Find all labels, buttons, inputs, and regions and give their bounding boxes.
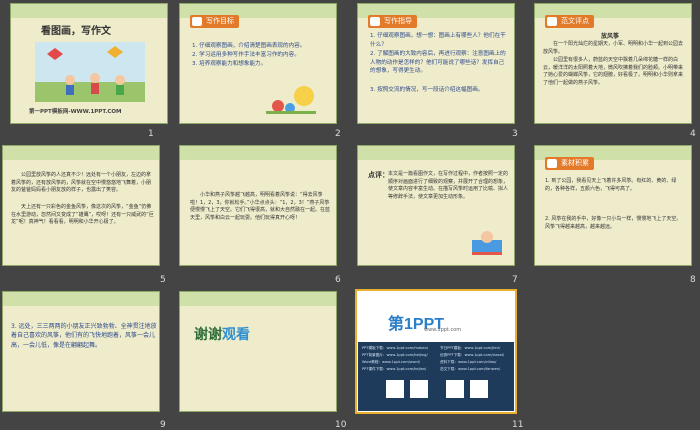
- kites-illustration: [35, 42, 145, 102]
- slide-number: 4: [690, 129, 696, 139]
- slide-title: 看图画，写作文: [41, 26, 111, 37]
- qr-code: [446, 380, 464, 398]
- slide-number: 1: [148, 129, 154, 139]
- paragraph: 1. 到了公园，我看见天上飞着许多风筝。有红的、黄的、绿的，各种各样，五颜六色，…: [545, 178, 677, 192]
- book-illustration: [472, 231, 502, 255]
- pencil-icon: [192, 17, 202, 26]
- essay-title: 放风筝: [601, 33, 620, 40]
- slide-thumbnail-7[interactable]: 点评： 本文是一篇看图作文，在写作过程中，作者按照一定的顺序对画面进行了细致的观…: [357, 145, 515, 266]
- logo-url: www.1ppt.com: [424, 327, 462, 333]
- section-tag: 写作指导: [368, 15, 417, 28]
- section-tag: 范文评点: [545, 15, 594, 28]
- slide-thumbnail-4[interactable]: 范文评点 放风筝 在一个阳光灿烂的星期天，小军、明明和小华一起到公园去放风筝。 …: [534, 3, 692, 124]
- paragraph: 小华和燕子风筝越飞越高，明明看着风筝说：“得去风筝啦！1，2，3，你就松手。”小…: [190, 192, 331, 221]
- slide-thumbnail-1[interactable]: 看图画，写作文 第一PPT模板网-WWW.1PPT.COM: [10, 3, 168, 124]
- slide-thumbnail-10[interactable]: 谢谢观看: [179, 291, 337, 412]
- comment-label: 点评：: [368, 171, 389, 179]
- link-text: PPT课件下载：www.1ppt.com/kejian/: [362, 367, 427, 371]
- qr-code: [470, 380, 488, 398]
- list-item: 3. 按照交流的情况，写一段话介绍这幅图画。: [370, 87, 484, 93]
- slide-header-band: [180, 146, 336, 160]
- link-text: 资料下载：www.1ppt.com/ziliao/: [440, 360, 497, 364]
- slide-thumbnail-6[interactable]: 小华和燕子风筝越飞越高，明明看着风筝说：“得去风筝啦！1，2，3，你就松手。”小…: [179, 145, 337, 266]
- paragraph: 公园里放风筝的人还真不少！远处有一个小朋友，左边的拿着风筝的，还有放风筝的，风筝…: [11, 172, 152, 194]
- qr-code: [410, 380, 428, 398]
- thanks-text: 谢谢观看: [194, 327, 250, 343]
- section-tag: 素材积累: [545, 157, 594, 170]
- list-item: 2. 了解图画的大致内容后，再进行观察：注意图画上的人物的动作是怎样的？他们可能…: [370, 51, 506, 75]
- pencil-icon: [547, 159, 557, 168]
- slide-number: 3: [512, 129, 518, 139]
- slide-thumbnail-3[interactable]: 写作指导 1. 仔细观察图画，想一想：图画上有哪些人？他们在干什么？ 2. 了解…: [357, 3, 515, 124]
- slide-header-band: [3, 292, 159, 306]
- link-text: PPT背景图片：www.1ppt.com/beijing/: [362, 353, 428, 357]
- link-panel: PPT模板下载：www.1ppt.com/moban/ 节日PPT模板：www.…: [358, 342, 514, 411]
- slide-number: 5: [160, 275, 166, 285]
- link-text: Word教程：www.1ppt.com/word/: [362, 360, 420, 364]
- link-text: 优秀PPT下载：www.1ppt.com/xiazai/: [440, 353, 505, 357]
- comment-body: 本文是一篇看图作文，在写作过程中，作者按照一定的顺序对画面进行了细致的观察，并展…: [388, 171, 509, 200]
- paragraph: 天上还有一只彩色的金鱼风筝，像这次的风筝，“金鱼”仿佛在水里游动，忽然间又变成了…: [11, 204, 154, 226]
- slide-thumbnail-11[interactable]: 第1PPT www.1ppt.com PPT模板下载：www.1ppt.com/…: [355, 289, 517, 414]
- slide-header-band: [11, 4, 167, 18]
- slide-number: 7: [512, 275, 518, 285]
- paragraph: 2. 风筝在我的手中，好像一只小鸟一样，慢慢地飞上了天空。风筝飞得越来越高，越来…: [545, 216, 682, 230]
- list-item: 1. 仔细观察图画，想一想：图画上有哪些人？他们在干什么？: [370, 33, 506, 48]
- slide-header-band: [358, 146, 514, 160]
- slide-thumbnail-8[interactable]: 素材积累 1. 到了公园，我看见天上飞着许多风筝。有红的、黄的、绿的，各种各样，…: [534, 145, 692, 266]
- list-item: 1. 仔细观察图画，介绍清楚图画表现的内容。: [192, 43, 306, 49]
- slide-footer: 第一PPT模板网-WWW.1PPT.COM: [29, 109, 122, 115]
- section-tag: 写作目标: [190, 15, 239, 28]
- qr-code: [386, 380, 404, 398]
- slide-number: 2: [335, 129, 341, 139]
- slide-thumbnail-9[interactable]: 3. 远处，三三两两的小朋友正兴致勃勃、全神贯注地放着自己喜欢的风筝，他们有的飞…: [2, 291, 160, 412]
- list-item: 3. 远处，三三两两的小朋友正兴致勃勃、全神贯注地放着自己喜欢的风筝，他们有的飞…: [11, 323, 157, 349]
- slide-thumbnail-5[interactable]: 公园里放风筝的人还真不少！远处有一个小朋友，左边的拿着风筝的，还有放风筝的，风筝…: [2, 145, 160, 266]
- list-item: 3. 培养观察能力和想象能力。: [192, 61, 267, 67]
- slide-thumbnail-2[interactable]: 写作目标 1. 仔细观察图画，介绍清楚图画表现的内容。 2. 学习运用多种写作手…: [179, 3, 337, 124]
- pencil-icon: [547, 17, 557, 26]
- link-text: 节日PPT模板：www.1ppt.com/jieri/: [440, 346, 501, 350]
- slide-header-band: [180, 292, 336, 306]
- slide-number: 8: [690, 275, 696, 285]
- slide-header-band: [3, 146, 159, 160]
- slide-number: 6: [335, 275, 341, 285]
- pencil-icon: [370, 17, 380, 26]
- link-text: PPT模板下载：www.1ppt.com/moban/: [362, 346, 429, 350]
- paragraph: 在一个阳光灿烂的星期天，小军、明明和小华一起到公园去放风筝。: [543, 41, 684, 55]
- link-text: 范文下载：www.1ppt.com/fanwen/: [440, 367, 501, 371]
- cartoon-illustration: [266, 86, 316, 114]
- paragraph: 公园里有很多人，蔚蓝的天空中飘着几朵绵花糖一样的白云，暖洋洋的太阳照着大地，微风…: [543, 57, 684, 86]
- list-item: 2. 学习运用多种写作手法丰富习作的内容。: [192, 52, 300, 58]
